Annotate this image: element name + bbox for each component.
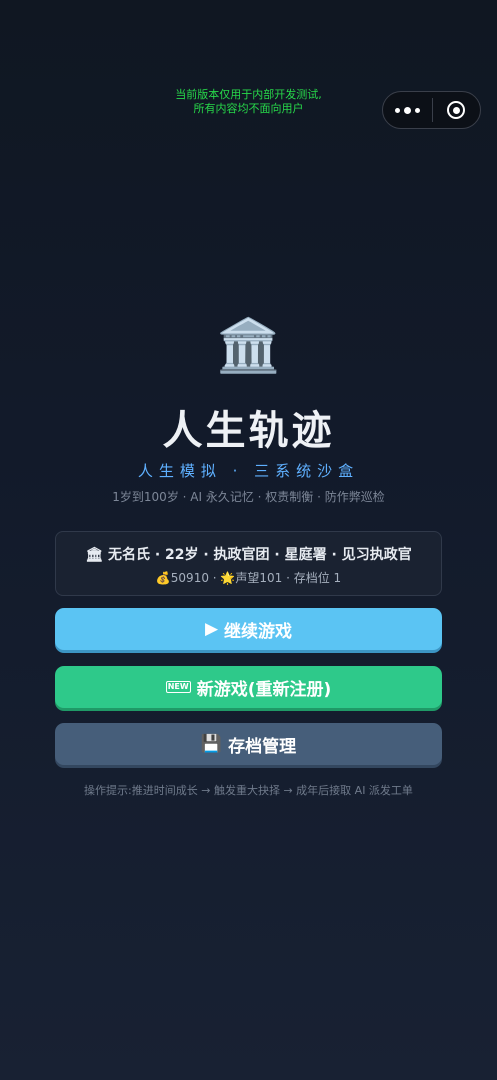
operation-hint: 操作提示:推进时间成长 → 触发重大抉择 → 成年后接取 AI 派发工单 — [84, 784, 413, 797]
close-button[interactable] — [432, 92, 480, 128]
new-badge-icon: NEW — [165, 681, 191, 693]
save-stats-summary: 💰50910 · 🌟声望101 · 存档位 1 — [155, 571, 342, 585]
game-subtitle: 人生模拟 · 三系统沙盒 — [137, 462, 360, 480]
building-emblem-icon: 🏛️ — [216, 316, 281, 376]
game-title: 人生轨迹 — [162, 408, 335, 454]
continue-game-button[interactable]: ▶ 继续游戏 — [55, 608, 442, 650]
more-button[interactable] — [383, 92, 432, 128]
save-management-label: 存档管理 — [228, 736, 297, 757]
new-game-label: 新游戏(重新注册) — [196, 679, 332, 700]
play-icon: ▶ — [204, 619, 219, 639]
save-character-summary: 🏛 无名氏 · 22岁 · 执政官团 · 星庭署 · 见习执政官 — [85, 547, 412, 563]
mini-program-capsule — [382, 91, 481, 129]
current-save-card: 🏛 无名氏 · 22岁 · 执政官团 · 星庭署 · 见习执政官 💰50910 … — [55, 531, 442, 596]
target-circle-icon — [447, 101, 466, 119]
game-tagline: 1岁到100岁 · AI 永久记忆 · 权责制衡 · 防作弊巡检 — [112, 490, 385, 504]
new-game-button[interactable]: NEW 新游戏(重新注册) — [55, 666, 442, 708]
save-management-button[interactable]: 💾 存档管理 — [55, 723, 442, 765]
floppy-disk-icon: 💾 — [200, 734, 223, 754]
continue-game-label: 继续游戏 — [224, 621, 293, 642]
more-dots-icon — [393, 106, 422, 114]
